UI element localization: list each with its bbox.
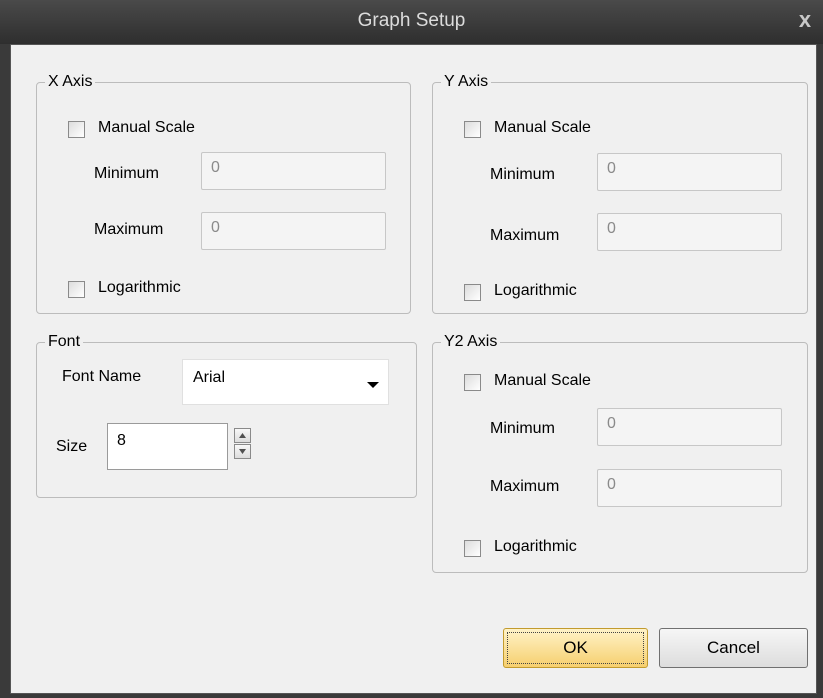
window-title: Graph Setup [357, 10, 466, 31]
x-maximum-label: Maximum [94, 221, 164, 238]
x-maximum-input[interactable]: 0 [201, 212, 386, 250]
x-axis-group-title: X Axis [45, 73, 96, 91]
cancel-button-label: Cancel [707, 638, 760, 657]
y2-minimum-input[interactable]: 0 [597, 408, 782, 446]
y-logarithmic-label[interactable]: Logarithmic [494, 282, 577, 300]
y-axis-group: Y Axis Manual Scale Minimum 0 Maximum 0 … [432, 73, 808, 314]
font-name-select[interactable]: Arial [182, 359, 389, 405]
y2-maximum-label: Maximum [490, 478, 560, 495]
size-down-button[interactable] [234, 444, 251, 459]
y2-minimum-label: Minimum [490, 420, 555, 437]
y2-maximum-input[interactable]: 0 [597, 469, 782, 507]
x-minimum-input[interactable]: 0 [201, 152, 386, 190]
y2-axis-group-title: Y2 Axis [441, 333, 501, 351]
title-bar[interactable]: Graph Setup x [0, 0, 823, 44]
y-manual-scale-checkbox[interactable] [464, 121, 481, 138]
y-maximum-input[interactable]: 0 [597, 213, 782, 251]
chevron-down-icon[interactable] [367, 382, 379, 388]
y2-axis-group: Y2 Axis Manual Scale Minimum 0 Maximum 0… [432, 333, 808, 573]
font-group-title: Font [45, 333, 84, 351]
arrow-down-icon [239, 449, 246, 454]
focus-rectangle [507, 632, 644, 664]
x-manual-scale-checkbox[interactable] [68, 121, 85, 138]
y2-logarithmic-checkbox[interactable] [464, 540, 481, 557]
x-minimum-label: Minimum [94, 165, 159, 182]
graph-setup-dialog: Graph Setup x X Axis Manual Scale Minimu… [0, 0, 823, 698]
y2-logarithmic-label[interactable]: Logarithmic [494, 538, 577, 556]
size-up-button[interactable] [234, 428, 251, 443]
size-label: Size [56, 438, 88, 455]
y2-manual-scale-label[interactable]: Manual Scale [494, 372, 591, 390]
y-minimum-input[interactable]: 0 [597, 153, 782, 191]
arrow-up-icon [239, 433, 246, 438]
dialog-body: X Axis Manual Scale Minimum 0 Maximum 0 … [10, 44, 817, 694]
y-maximum-label: Maximum [490, 227, 560, 244]
y-axis-group-title: Y Axis [441, 73, 492, 91]
y-manual-scale-label[interactable]: Manual Scale [494, 119, 591, 137]
font-name-label: Font Name [62, 368, 142, 385]
cancel-button[interactable]: Cancel [659, 628, 808, 668]
y2-manual-scale-checkbox[interactable] [464, 374, 481, 391]
x-logarithmic-label[interactable]: Logarithmic [98, 279, 181, 297]
font-group: Font Font Name Arial Size 8 [36, 333, 417, 498]
close-icon[interactable]: x [793, 8, 817, 32]
y-minimum-label: Minimum [490, 166, 555, 183]
ok-button[interactable]: OK [503, 628, 648, 668]
y-logarithmic-checkbox[interactable] [464, 284, 481, 301]
x-manual-scale-label[interactable]: Manual Scale [98, 119, 195, 137]
x-axis-group: X Axis Manual Scale Minimum 0 Maximum 0 … [36, 73, 411, 314]
size-input[interactable]: 8 [107, 423, 228, 470]
x-logarithmic-checkbox[interactable] [68, 281, 85, 298]
font-name-value: Arial [193, 369, 226, 386]
